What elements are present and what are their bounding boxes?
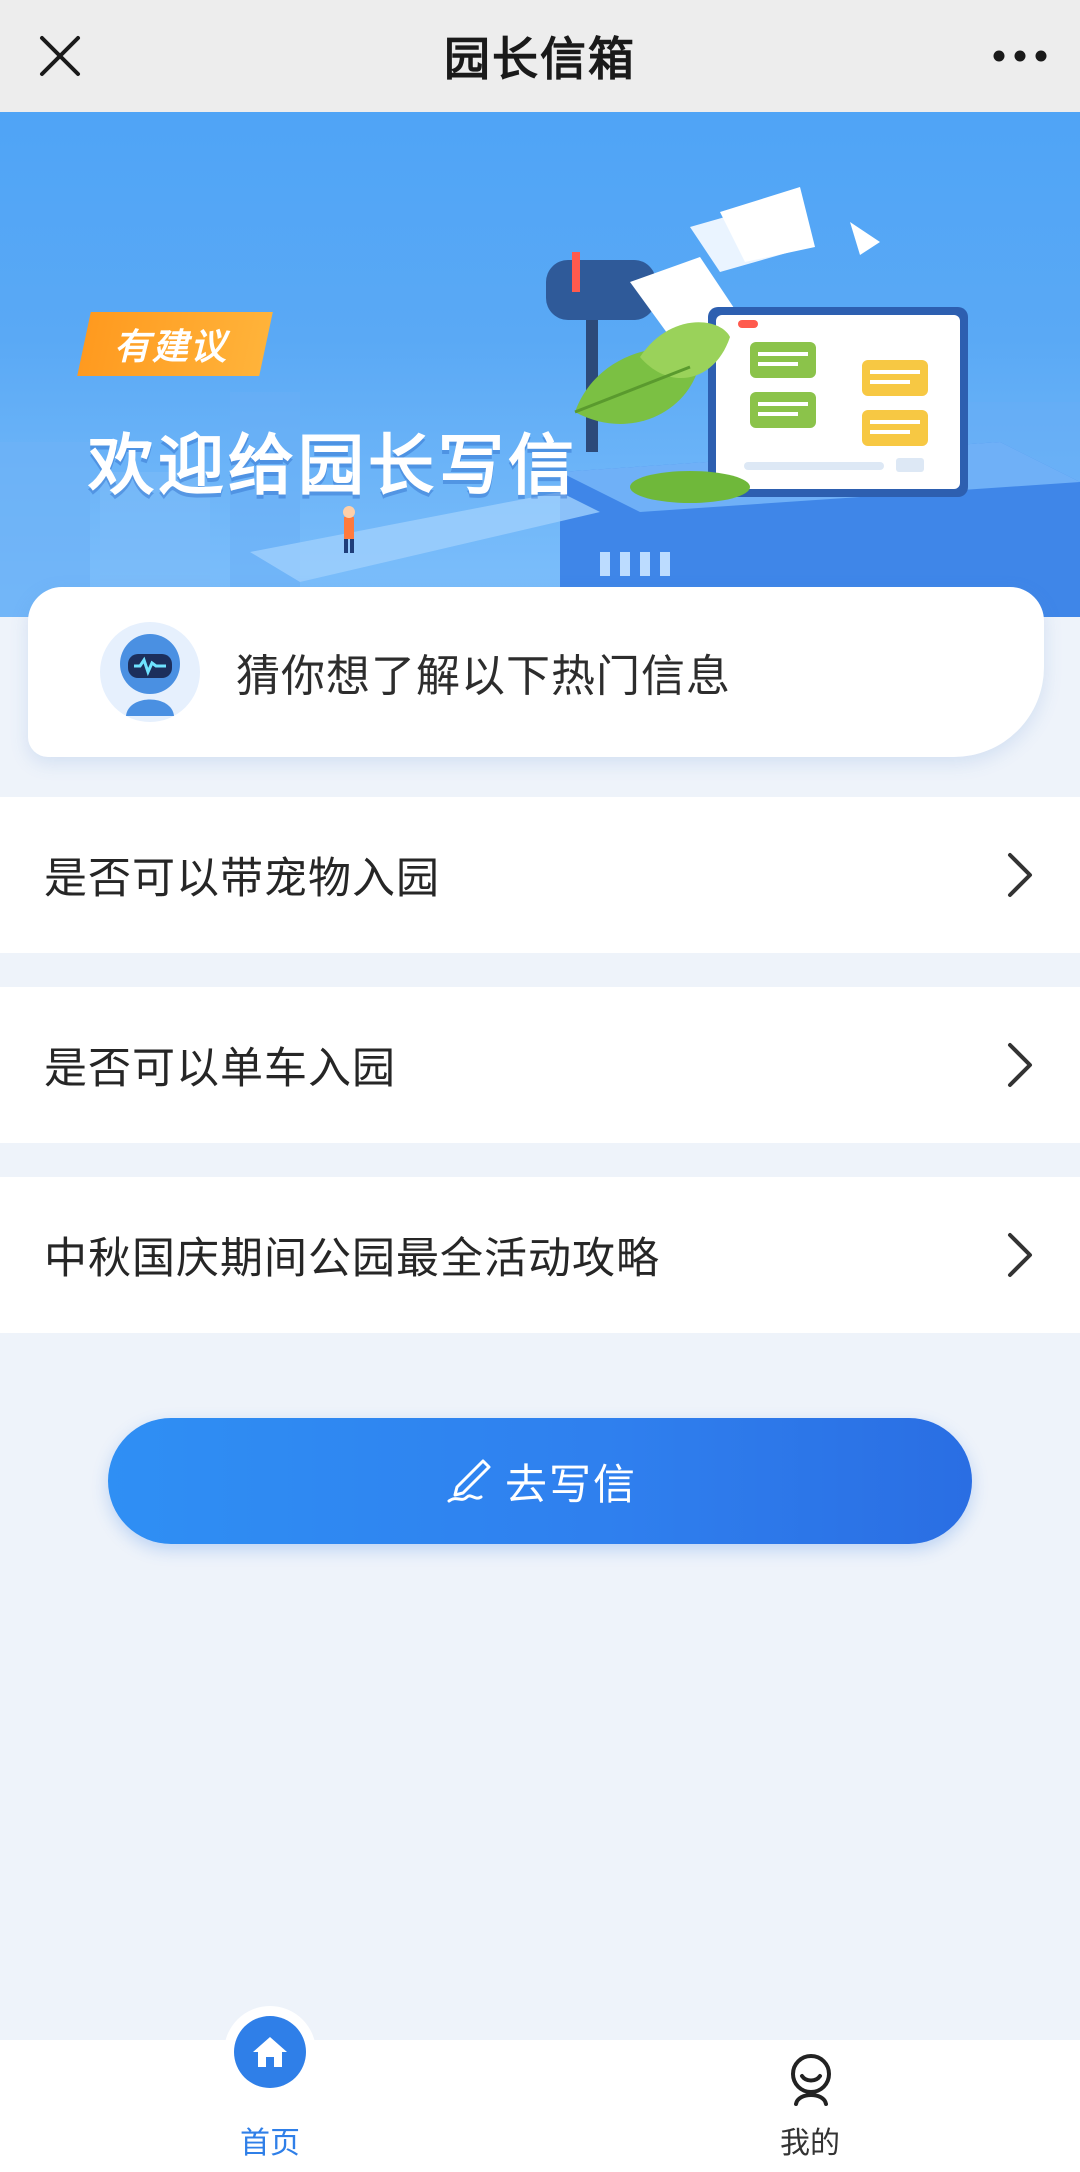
write-letter-label: 去写信 bbox=[504, 1459, 637, 1509]
suggestion-tag-label: 有建议 bbox=[114, 327, 229, 368]
close-button[interactable] bbox=[22, 18, 98, 94]
home-icon bbox=[234, 2016, 306, 2088]
banner-headline: 欢迎给园长写信 bbox=[88, 427, 578, 504]
tab-home-label: 首页 bbox=[240, 2126, 300, 2161]
suggestion-tag: 有建议 bbox=[77, 312, 273, 376]
top-bar: 园长信箱 bbox=[0, 0, 1080, 112]
page-title: 园长信箱 bbox=[444, 32, 636, 86]
tab-mine-label: 我的 bbox=[780, 2126, 840, 2161]
tab-home[interactable]: 首页 bbox=[170, 2016, 370, 2172]
faq-item-label: 中秋国庆期间公园最全活动攻略 bbox=[44, 1234, 660, 1284]
profile-icon bbox=[791, 2054, 831, 2106]
hot-info-card: 猜你想了解以下热门信息 bbox=[28, 587, 1044, 757]
write-letter-button[interactable]: 去写信 bbox=[108, 1418, 972, 1544]
close-icon bbox=[40, 36, 80, 76]
more-icon bbox=[993, 50, 1047, 62]
robot-avatar-icon bbox=[100, 622, 200, 722]
hot-info-title: 猜你想了解以下热门信息 bbox=[236, 651, 731, 702]
faq-item-bicycle[interactable]: 是否可以单车入园 bbox=[0, 987, 1080, 1143]
chevron-right-icon bbox=[1008, 1233, 1032, 1277]
chevron-right-icon bbox=[1008, 853, 1032, 897]
faq-item-pets[interactable]: 是否可以带宠物入园 bbox=[0, 797, 1080, 953]
chevron-right-icon bbox=[1008, 1043, 1032, 1087]
pen-icon bbox=[447, 1459, 491, 1503]
faq-item-label: 是否可以带宠物入园 bbox=[44, 854, 440, 904]
page: 园长信箱 有建议 欢迎给园长写信 猜你想了解以下热门信息 是否可以带宠物入园 是… bbox=[0, 0, 1080, 2172]
tab-mine[interactable]: 我的 bbox=[710, 2040, 910, 2172]
bottom-tab-bar: 首页 我的 bbox=[0, 2016, 1080, 2172]
more-button[interactable] bbox=[982, 18, 1058, 94]
banner: 有建议 欢迎给园长写信 bbox=[0, 112, 1080, 617]
faq-item-holiday-guide[interactable]: 中秋国庆期间公园最全活动攻略 bbox=[0, 1177, 1080, 1333]
faq-item-label: 是否可以单车入园 bbox=[44, 1044, 396, 1094]
